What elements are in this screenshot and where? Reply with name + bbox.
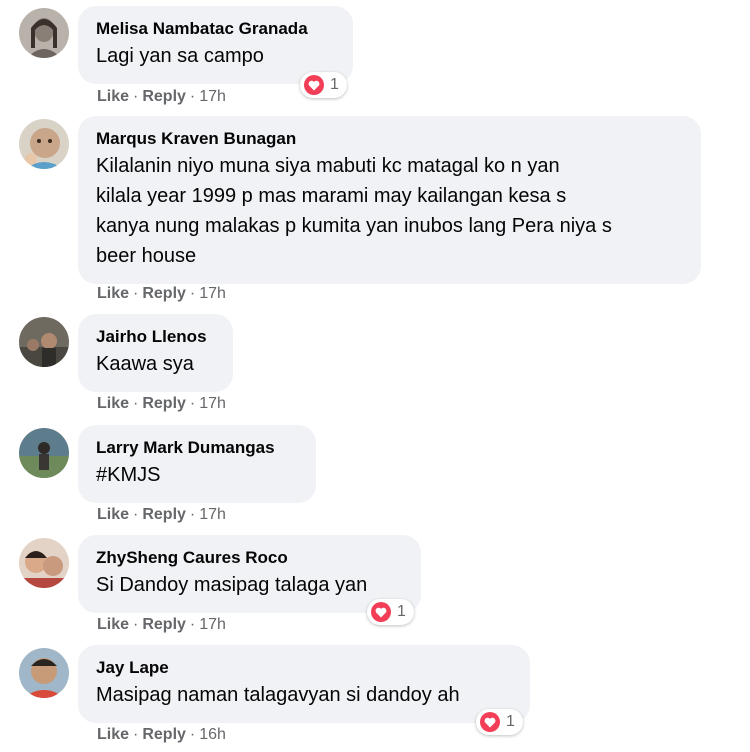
reply-link[interactable]: Reply — [142, 285, 186, 302]
heart-icon — [480, 712, 500, 732]
avatar[interactable] — [19, 8, 69, 58]
comment-actions: Like · Reply · 17h — [97, 616, 226, 633]
like-link[interactable]: Like — [97, 726, 129, 743]
reaction-count[interactable]: 1 — [300, 72, 347, 98]
comment-bubble: Marqus Kraven Bunagan Kilalanin niyo mun… — [78, 116, 701, 284]
reaction-count[interactable]: 1 — [476, 709, 523, 735]
comment-bubble: Jay Lape Masipag naman talagavyan si dan… — [78, 645, 530, 723]
comment-bubble: Jairho Llenos Kaawa sya — [78, 314, 233, 392]
comment-author[interactable]: Jairho Llenos — [96, 326, 215, 348]
comment-author[interactable]: ZhySheng Caures Roco — [96, 547, 403, 569]
comment-time[interactable]: 17h — [199, 395, 226, 412]
avatar[interactable] — [19, 317, 69, 367]
avatar[interactable] — [19, 538, 69, 588]
comment-text: Lagi yan sa campo — [96, 45, 264, 67]
reply-link[interactable]: Reply — [142, 616, 186, 633]
reply-link[interactable]: Reply — [142, 726, 186, 743]
comment-actions: Like · Reply · 17h — [97, 395, 226, 412]
like-link[interactable]: Like — [97, 506, 129, 523]
heart-icon — [304, 75, 324, 95]
comment-time[interactable]: 17h — [199, 285, 226, 302]
reaction-count[interactable]: 1 — [367, 599, 414, 625]
comment-time[interactable]: 17h — [199, 506, 226, 523]
reply-link[interactable]: Reply — [142, 88, 186, 105]
like-link[interactable]: Like — [97, 616, 129, 633]
reply-link[interactable]: Reply — [142, 395, 186, 412]
comment-actions: Like · Reply · 16h — [97, 726, 226, 743]
comment-text: Kilalanin niyo muna siya mabuti kc matag… — [96, 155, 612, 267]
comment-actions: Like · Reply · 17h — [97, 506, 226, 523]
like-link[interactable]: Like — [97, 285, 129, 302]
comment-author[interactable]: Larry Mark Dumangas — [96, 437, 298, 459]
avatar[interactable] — [19, 119, 69, 169]
comment-author[interactable]: Jay Lape — [96, 657, 512, 679]
comment-text: Masipag naman talagavyan si dandoy ah — [96, 684, 460, 706]
reply-link[interactable]: Reply — [142, 506, 186, 523]
comment-text: Kaawa sya — [96, 353, 194, 375]
comment-text: Si Dandoy masipag talaga yan — [96, 574, 368, 596]
comment-bubble: Larry Mark Dumangas #KMJS — [78, 425, 316, 503]
comment-text: #KMJS — [96, 464, 161, 486]
comment-time[interactable]: 16h — [199, 726, 226, 743]
avatar[interactable] — [19, 648, 69, 698]
comment-bubble: ZhySheng Caures Roco Si Dandoy masipag t… — [78, 535, 421, 613]
comment-time[interactable]: 17h — [199, 616, 226, 633]
heart-icon — [371, 602, 391, 622]
comment-actions: Like · Reply · 17h — [97, 88, 226, 105]
comment-author[interactable]: Marqus Kraven Bunagan — [96, 128, 683, 150]
comment-time[interactable]: 17h — [199, 88, 226, 105]
comment-author[interactable]: Melisa Nambatac Granada — [96, 18, 335, 40]
avatar[interactable] — [19, 428, 69, 478]
like-link[interactable]: Like — [97, 88, 129, 105]
comment-actions: Like · Reply · 17h — [97, 285, 226, 302]
like-link[interactable]: Like — [97, 395, 129, 412]
